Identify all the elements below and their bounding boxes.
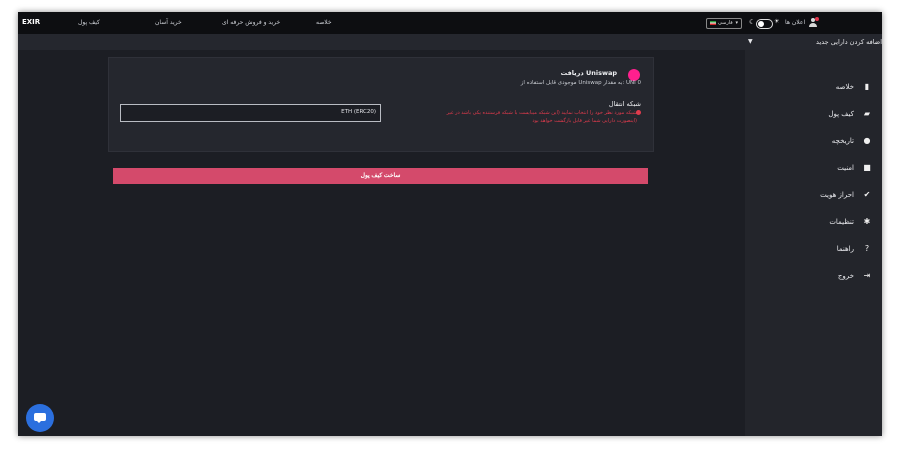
create-wallet-button[interactable]: ساخت کیف پول <box>113 168 648 184</box>
top-navbar: EXIR کیف پول خرید آسان خرید و فروش حرفه … <box>18 12 882 34</box>
wallet-icon: ▰ <box>863 109 871 118</box>
caret-down-icon[interactable]: ▼ <box>748 38 753 45</box>
sidebar-item-verification[interactable]: ✔ احراز هویت <box>752 189 872 203</box>
nav-wallet[interactable]: کیف پول <box>78 19 100 26</box>
sidebar-item-label: راهنما <box>836 245 854 253</box>
sidebar-item-logout[interactable]: ⇥ خروج <box>752 270 872 284</box>
nav-pro-trade[interactable]: خرید و فروش حرفه ای <box>222 19 280 26</box>
notification-dot <box>815 17 819 21</box>
asset-bar: ▼ اضافه کردن دارایی جدید <box>18 34 882 50</box>
sidebar-item-label: امنیت <box>837 164 854 172</box>
sidebar-item-wallet[interactable]: ▰ کیف پول <box>752 108 872 122</box>
logout-icon: ⇥ <box>863 271 871 280</box>
user-icon[interactable] <box>809 17 819 27</box>
available-balance: موجودی قابل استفاده از Uniswap به مقدار:… <box>520 80 641 86</box>
nav-easy-buy[interactable]: خرید آسان <box>155 19 182 26</box>
sidebar-item-label: خروج <box>837 272 854 280</box>
lock-icon: ■ <box>863 163 871 172</box>
sidebar-item-label: کیف پول <box>828 110 854 118</box>
history-icon: ● <box>863 136 871 145</box>
sun-icon: ☀ <box>774 18 780 25</box>
moon-icon: ☾ <box>749 18 756 26</box>
sidebar-item-help[interactable]: ? راهنما <box>752 243 872 257</box>
sidebar-item-security[interactable]: ■ امنیت <box>752 162 872 176</box>
sidebar-item-label: تاریخچه <box>831 137 854 145</box>
notifications-link[interactable]: اعلان ها <box>785 19 805 26</box>
sidebar-item-summary[interactable]: ▮ خلاصه <box>752 81 872 95</box>
sidebar-item-label: تنظیمات <box>829 218 854 226</box>
language-select[interactable]: فارسی ▾ <box>706 18 742 29</box>
language-label: فارسی <box>718 20 733 26</box>
receive-title: دریافت Uniswap <box>560 69 617 77</box>
sidebar-item-history[interactable]: ● تاریخچه <box>752 135 872 149</box>
toggle-knob <box>758 21 764 27</box>
network-value: ETH (ERC20) <box>341 109 376 115</box>
chat-button[interactable] <box>26 404 54 432</box>
add-asset-button[interactable]: اضافه کردن دارایی جدید <box>816 38 882 46</box>
sidebar: ▮ خلاصه ▰ کیف پول ● تاریخچه ■ امنیت ✔ اح… <box>745 50 882 436</box>
sidebar-item-label: خلاصه <box>835 83 854 91</box>
user-icon-body <box>809 23 817 27</box>
gear-icon: ✱ <box>863 217 871 226</box>
help-icon: ? <box>864 244 870 253</box>
sidebar-item-label: احراز هویت <box>820 191 854 199</box>
nav-summary[interactable]: خلاصه <box>316 19 332 26</box>
sidebar-item-settings[interactable]: ✱ تنظیمات <box>752 216 872 230</box>
receive-card: دریافت Uniswap موجودی قابل استفاده از Un… <box>108 57 654 152</box>
theme-toggle[interactable] <box>756 19 773 29</box>
network-label: شبکه انتقال <box>608 100 641 108</box>
chat-bubble-tail <box>36 420 42 423</box>
app-window: EXIR کیف پول خرید آسان خرید و فروش حرفه … <box>18 12 882 436</box>
create-wallet-label: ساخت کیف پول <box>360 173 401 179</box>
network-select[interactable]: ETH (ERC20) <box>120 104 381 122</box>
bar-chart-icon: ▮ <box>864 82 870 91</box>
flag-icon <box>710 21 716 25</box>
chevron-down-icon: ▾ <box>735 20 738 26</box>
network-warning-cont: اینصورت دارایی شما غیر قابل بازگشت خواهد… <box>532 118 637 124</box>
logo: EXIR <box>22 18 41 26</box>
network-warning: شبکه مورد نظر خود را انتخاب نمایید (این … <box>446 110 637 116</box>
verified-icon: ✔ <box>863 190 871 199</box>
